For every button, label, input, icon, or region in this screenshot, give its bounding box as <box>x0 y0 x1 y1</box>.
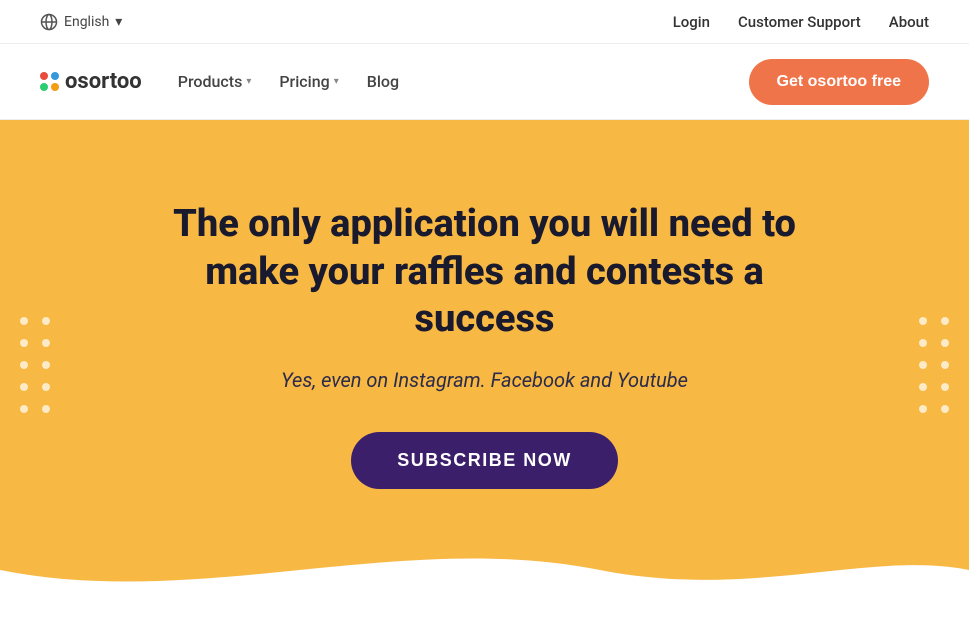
nav-blog[interactable]: Blog <box>367 72 399 91</box>
nav-products[interactable]: Products ▾ <box>178 72 252 91</box>
get-osortoo-free-button[interactable]: Get osortoo free <box>749 59 929 105</box>
dot <box>20 361 28 369</box>
language-chevron: ▾ <box>115 14 122 30</box>
language-label: English <box>64 14 109 30</box>
hero-wave <box>0 530 969 610</box>
dot <box>42 361 50 369</box>
dot <box>919 361 927 369</box>
logo-dot-4 <box>51 83 59 91</box>
dot <box>42 317 50 325</box>
dots-right <box>919 317 949 413</box>
nav-pricing[interactable]: Pricing ▾ <box>279 72 338 91</box>
logo-icon <box>40 72 59 91</box>
nav-links: Products ▾ Pricing ▾ Blog <box>178 72 399 91</box>
logo-dot-1 <box>40 72 48 80</box>
products-chevron: ▾ <box>246 76 251 87</box>
dot <box>919 405 927 413</box>
customer-support-link[interactable]: Customer Support <box>738 13 861 31</box>
subscribe-button[interactable]: SUBSCRIBE NOW <box>351 432 618 489</box>
top-nav-links: Login Customer Support About <box>673 13 929 31</box>
dot <box>20 383 28 391</box>
dot <box>42 339 50 347</box>
logo-dot-2 <box>51 72 59 80</box>
dot <box>941 361 949 369</box>
dot <box>919 339 927 347</box>
top-bar: English ▾ Login Customer Support About <box>0 0 969 44</box>
dot <box>941 317 949 325</box>
login-link[interactable]: Login <box>673 13 710 31</box>
hero-subtext: Yes, even on Instagram. Facebook and You… <box>281 368 688 392</box>
hero-section: The only application you will need to ma… <box>0 120 969 610</box>
dot <box>42 383 50 391</box>
logo-text: osortoo <box>65 69 142 94</box>
dot <box>20 317 28 325</box>
nav-left: osortoo Products ▾ Pricing ▾ Blog <box>40 69 399 94</box>
pricing-chevron: ▾ <box>334 76 339 87</box>
dot <box>919 383 927 391</box>
dot <box>20 405 28 413</box>
logo-dot-3 <box>40 83 48 91</box>
dot <box>20 339 28 347</box>
about-link[interactable]: About <box>889 13 929 31</box>
dots-left <box>20 317 50 413</box>
dot <box>919 317 927 325</box>
main-nav: osortoo Products ▾ Pricing ▾ Blog Get os… <box>0 44 969 120</box>
dot <box>941 383 949 391</box>
globe-icon <box>40 13 58 31</box>
logo[interactable]: osortoo <box>40 69 142 94</box>
hero-headline: The only application you will need to ma… <box>135 201 835 344</box>
language-selector[interactable]: English ▾ <box>40 13 122 31</box>
dot <box>941 405 949 413</box>
dot <box>42 405 50 413</box>
dot <box>941 339 949 347</box>
